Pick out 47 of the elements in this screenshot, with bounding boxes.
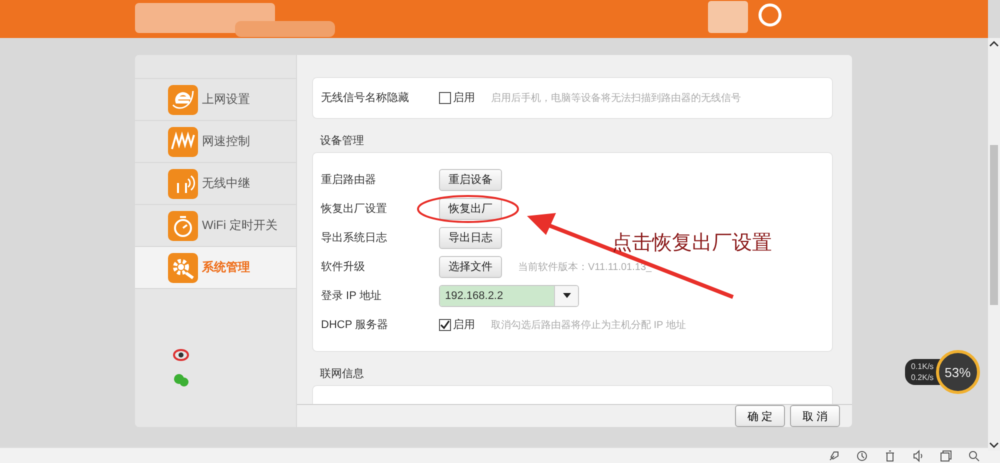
scroll-up-icon[interactable] (989, 40, 999, 48)
confirm-button[interactable]: 确 定 (735, 405, 785, 427)
memory-percent: 53% (936, 350, 980, 394)
search-icon[interactable] (968, 450, 980, 462)
field-label: 导出系统日志 (321, 230, 388, 245)
stopwatch-icon (168, 210, 198, 240)
caret-icon (562, 293, 570, 298)
ip-select[interactable]: 192.168.2.2 (439, 284, 579, 306)
rocket-icon[interactable] (828, 450, 840, 462)
field-label: 软件升级 (321, 260, 366, 274)
window-icon[interactable] (940, 450, 952, 462)
clock-icon[interactable] (856, 450, 868, 462)
hint-text: 启用后手机，电脑等设备将无法扫描到路由器的无线信号 (491, 92, 741, 104)
enable-checkbox[interactable]: 启用 (439, 90, 475, 105)
scrollbar[interactable] (988, 38, 1000, 451)
field-label: 登录 IP 地址 (321, 289, 382, 303)
gear-icon (168, 252, 198, 282)
cancel-button[interactable]: 取 消 (790, 405, 840, 427)
action-button[interactable]: 重启设备 (439, 168, 502, 190)
upload-speed: 0.1K/s (911, 362, 934, 371)
action-button[interactable]: 选择文件 (439, 256, 502, 278)
scroll-thumb[interactable] (990, 144, 998, 304)
sidebar-item[interactable]: 上网设置 (135, 79, 296, 121)
field-label: DHCP 服务器 (321, 318, 390, 332)
chat-logo-icon (173, 373, 189, 387)
download-speed: 0.2K/s (911, 373, 934, 382)
section-title: 设备管理 (319, 134, 365, 149)
waveform-icon (168, 126, 198, 156)
annotation-text: 点击恢复出厂设置 (612, 231, 772, 256)
hint-text: 当前软件版本：V11.11.01.13_ (518, 260, 652, 274)
browser-icon (168, 84, 198, 114)
section-title: 联网信息 (319, 367, 365, 382)
enable-checkbox[interactable]: 启用 (439, 317, 475, 332)
sidebar-item[interactable]: 无线中继 (135, 163, 296, 205)
action-button[interactable]: 恢复出厂 (439, 198, 502, 220)
field-label: 无线信号名称隐藏 (321, 90, 410, 105)
checkmark-icon (440, 320, 450, 330)
field-label: 重启路由器 (321, 172, 377, 187)
action-button[interactable]: 导出日志 (439, 226, 502, 248)
speaker-icon[interactable] (912, 450, 924, 462)
trash-icon[interactable] (884, 450, 896, 462)
eye-logo-icon (173, 349, 189, 361)
sidebar-item[interactable]: 网速控制 (135, 121, 296, 163)
hint-text: 取消勾选后路由器将停止为主机分配 IP 地址 (491, 318, 686, 332)
field-label: 恢复出厂设置 (321, 202, 388, 216)
signal-icon (168, 168, 198, 198)
scroll-down-icon[interactable] (989, 441, 999, 449)
